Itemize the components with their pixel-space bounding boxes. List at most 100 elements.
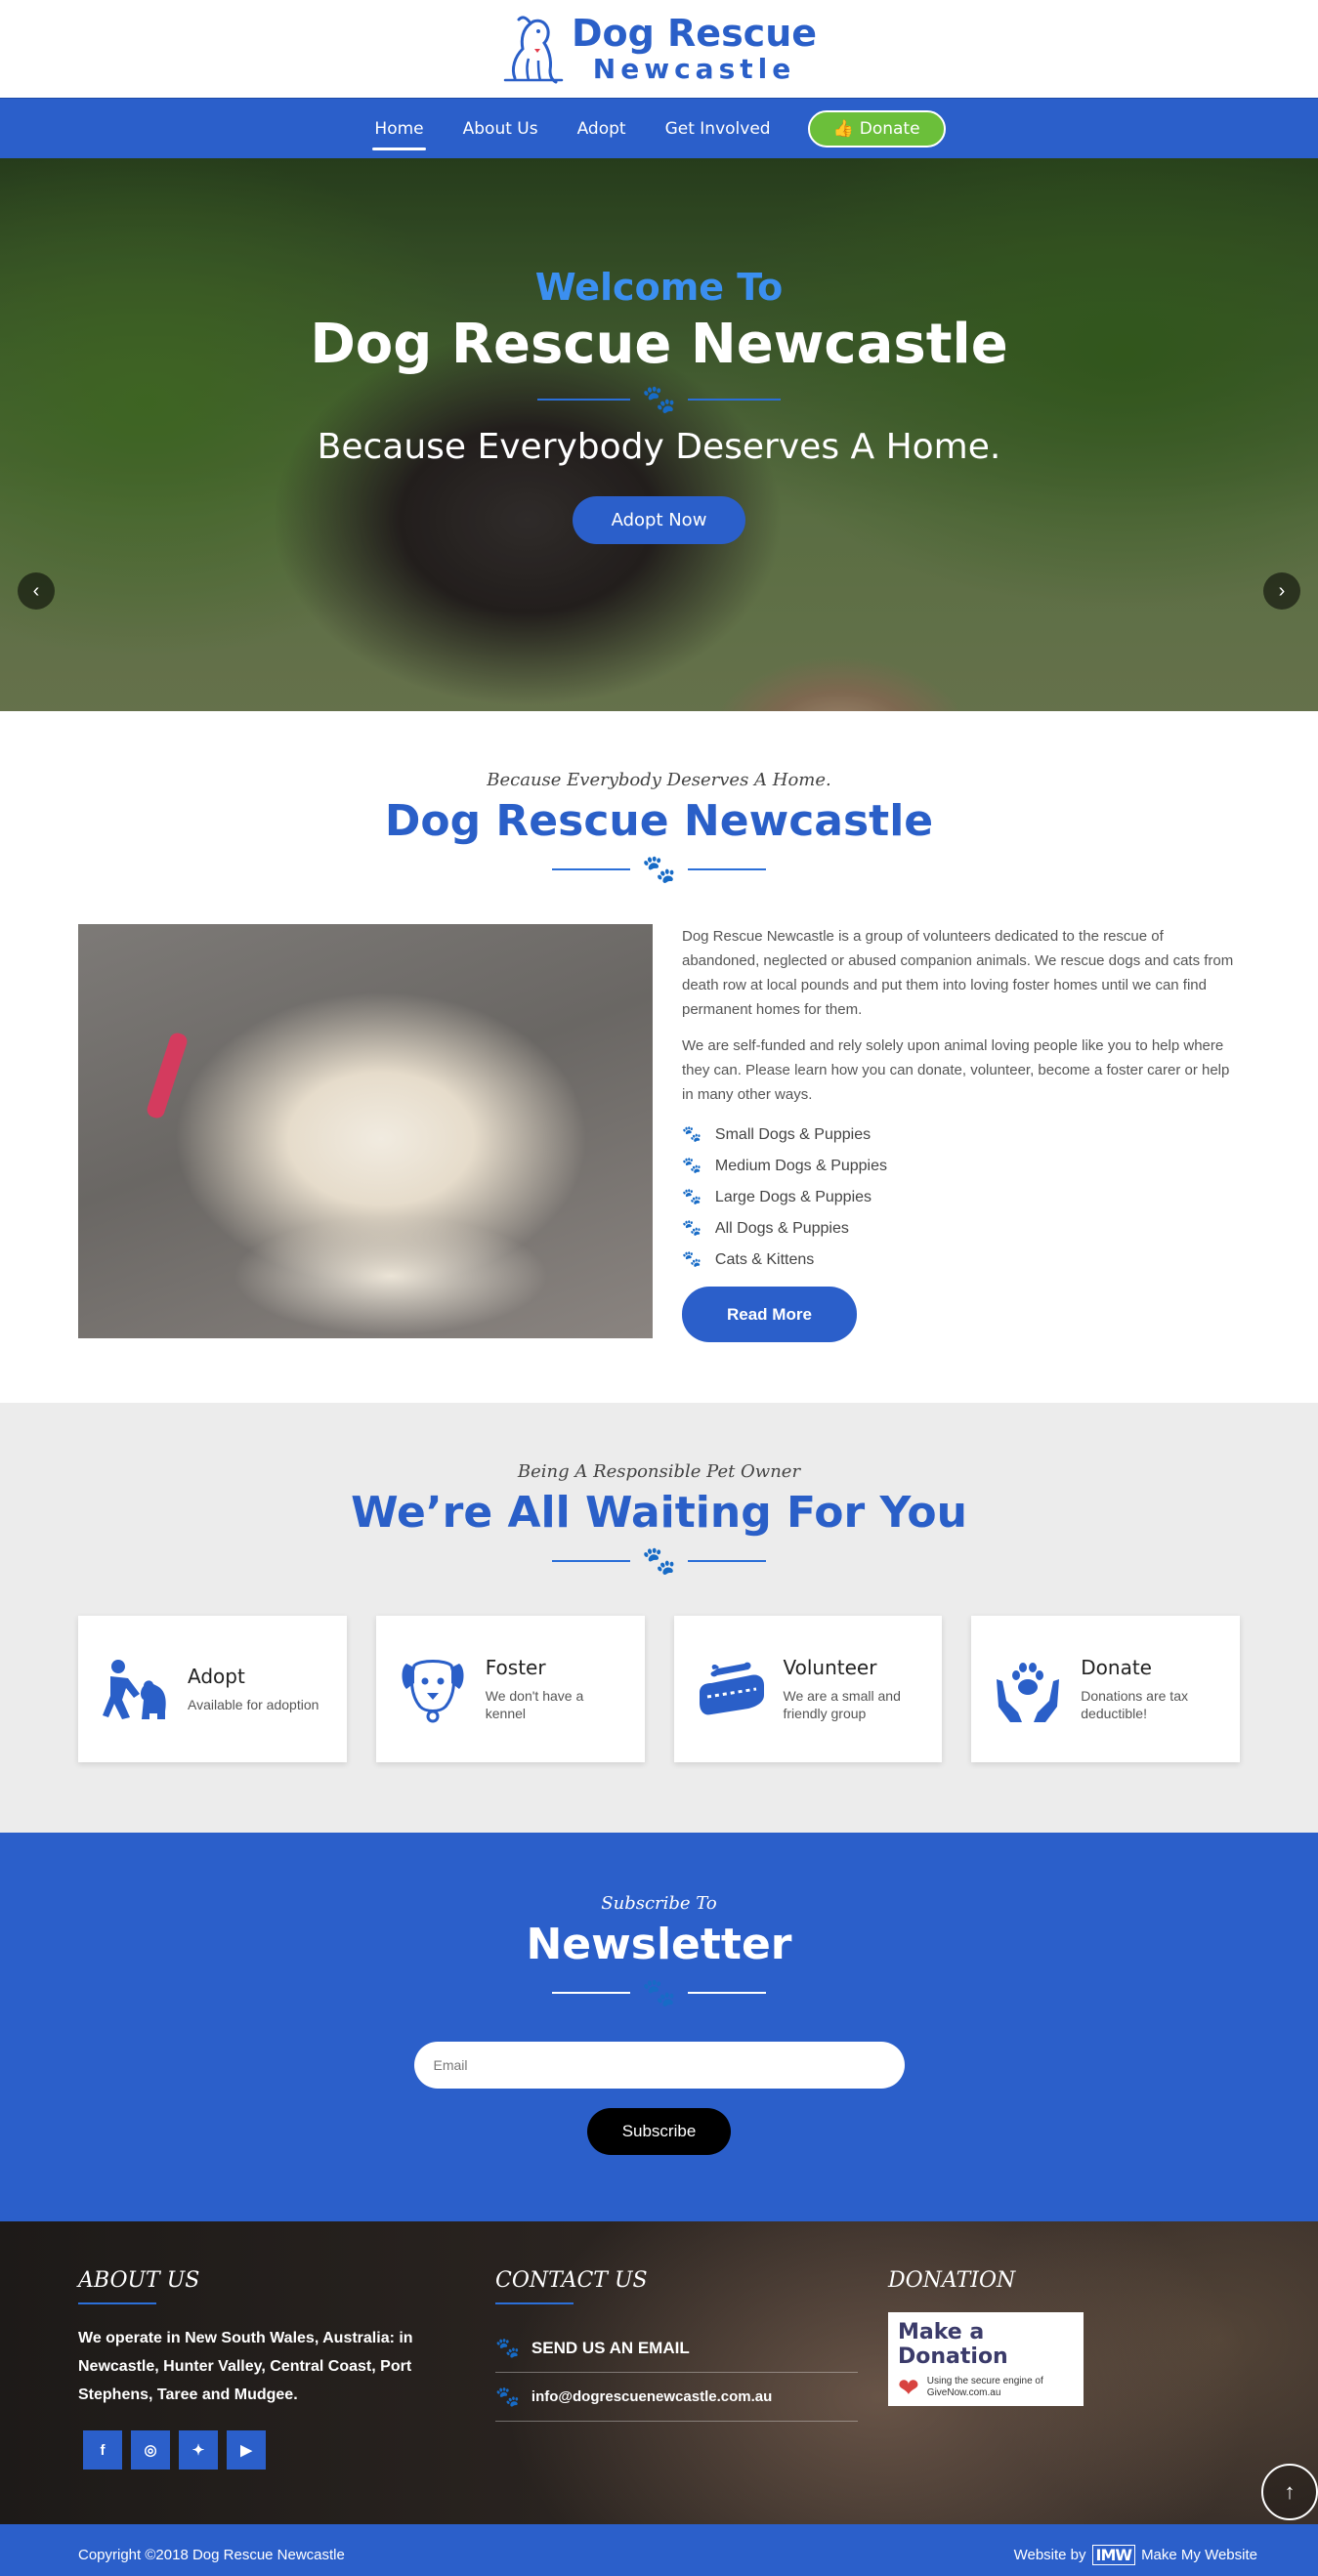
- site-footer: ABOUT US We operate in New South Wales, …: [0, 2221, 1318, 2524]
- nav-about-us[interactable]: About Us: [461, 113, 540, 145]
- footer-donation: DONATION Make a Donation ❤ Using the sec…: [888, 2268, 1084, 2524]
- twitter-icon[interactable]: ✦: [179, 2430, 218, 2470]
- logo-bar: Dog Rescue Newcastle: [0, 0, 1318, 98]
- paw-icon: 🐾: [642, 384, 676, 414]
- paw-icon: 🐾: [642, 1977, 676, 2007]
- paw-icon: 🐾: [682, 1250, 702, 1268]
- slider-next-arrow-icon[interactable]: ›: [1263, 572, 1300, 610]
- divider-line: [687, 1992, 766, 1994]
- nav-donate-button[interactable]: 👍 Donate: [807, 109, 946, 148]
- about-paragraph-2: We are self-funded and rely solely upon …: [682, 1037, 1230, 1103]
- about-row: Dog Rescue Newcastle is a group of volun…: [0, 924, 1318, 1342]
- card-adopt[interactable]: Adopt Available for adoption: [78, 1616, 347, 1762]
- send-email-row[interactable]: 🐾 SEND US AN EMAIL: [495, 2324, 858, 2373]
- paw-icon: 🐾: [495, 2386, 520, 2408]
- heading-underline: [495, 2302, 574, 2304]
- logo-line1: Dog Rescue: [571, 12, 818, 55]
- about-title: Dog Rescue Newcastle: [384, 796, 934, 846]
- givenow-heart-icon: ❤: [898, 2373, 919, 2402]
- email-input[interactable]: Email: [413, 2042, 905, 2089]
- list-item: 🐾 Cats & Kittens: [682, 1244, 1240, 1275]
- card-body: Volunteer We are a small and friendly gr…: [784, 1656, 921, 1722]
- subscribe-button[interactable]: Subscribe: [586, 2108, 732, 2155]
- adopt-now-button[interactable]: Adopt Now: [572, 496, 746, 544]
- heading-underline: [78, 2302, 156, 2304]
- card-desc: We don't have a kennel: [485, 1688, 584, 1721]
- scroll-to-top-icon[interactable]: ↑: [1261, 2464, 1318, 2520]
- newsletter-kicker: Subscribe To: [601, 1893, 717, 1914]
- send-email-label: SEND US AN EMAIL: [531, 2338, 690, 2357]
- site-logo[interactable]: Dog Rescue Newcastle: [501, 10, 817, 88]
- card-volunteer[interactable]: Volunteer We are a small and friendly gr…: [673, 1616, 943, 1762]
- logo-line2: Newcastle: [592, 53, 796, 85]
- credit-name: Make My Website: [1141, 2547, 1257, 2563]
- paw-icon: 🐾: [682, 1219, 702, 1237]
- card-body: Adopt Available for adoption: [188, 1665, 319, 1713]
- card-desc: We are a small and friendly group: [783, 1688, 901, 1721]
- list-item-label: Medium Dogs & Puppies: [714, 1157, 888, 1174]
- copyright-text: Copyright ©2018 Dog Rescue Newcastle: [78, 2547, 345, 2563]
- list-item-label: Cats & Kittens: [714, 1250, 815, 1268]
- donation-badge-text: Using the secure engine of GiveNow.com.a…: [926, 2376, 1043, 2398]
- paw-icon: 🐾: [682, 1157, 702, 1174]
- paw-icon: 🐾: [642, 1545, 676, 1576]
- social-links: f ◎ ✦ ▶: [78, 2430, 495, 2470]
- newsletter-title: Newsletter: [526, 1920, 792, 1969]
- divider-line: [687, 1560, 766, 1562]
- nav-get-involved[interactable]: Get Involved: [663, 113, 773, 145]
- read-more-button[interactable]: Read More: [682, 1287, 857, 1342]
- divider-line: [687, 399, 781, 401]
- paw-icon: 🐾: [642, 854, 676, 884]
- hero-pre-title: Welcome To: [534, 266, 784, 309]
- card-desc: Available for adoption: [188, 1697, 319, 1712]
- footer-about-heading: ABOUT US: [78, 2268, 200, 2293]
- list-item: 🐾 All Dogs & Puppies: [682, 1212, 1240, 1244]
- nav-adopt[interactable]: Adopt: [575, 113, 628, 145]
- make-a-donation-badge[interactable]: Make a Donation ❤ Using the secure engin…: [888, 2312, 1084, 2406]
- logo-text: Dog Rescue Newcastle: [572, 15, 817, 83]
- hands-paw-icon: [993, 1654, 1063, 1724]
- main-nav: Home About Us Adopt Get Involved 👍 Donat…: [0, 98, 1318, 158]
- footer-contact: CONTACT US 🐾 SEND US AN EMAIL 🐾 info@dog…: [495, 2268, 888, 2524]
- hero-content: Welcome To Dog Rescue Newcastle 🐾 Becaus…: [0, 266, 1318, 544]
- nav-home[interactable]: Home: [372, 113, 426, 150]
- waiting-divider: 🐾: [0, 1547, 1318, 1575]
- card-donate[interactable]: Donate Donations are tax deductible!: [971, 1616, 1240, 1762]
- person-dog-icon: [100, 1654, 170, 1724]
- card-foster[interactable]: Foster We don't have a kennel: [375, 1616, 645, 1762]
- footer-contact-heading: CONTACT US: [495, 2268, 648, 2293]
- list-item: 🐾 Small Dogs & Puppies: [682, 1119, 1240, 1150]
- nav-donate-label: Donate: [859, 118, 920, 139]
- slider-prev-arrow-icon[interactable]: ‹: [18, 572, 55, 610]
- about-paragraph-1: Dog Rescue Newcastle is a group of volun…: [682, 928, 1234, 1018]
- about-text: Dog Rescue Newcastle is a group of volun…: [682, 924, 1240, 1342]
- footer-donation-heading: DONATION: [888, 2268, 1016, 2293]
- email-address-link: info@dogrescuenewcastle.com.au: [531, 2388, 773, 2405]
- website-credit[interactable]: Website by IMW Make My Website: [1014, 2545, 1257, 2565]
- facebook-icon[interactable]: f: [83, 2430, 122, 2470]
- divider-line: [552, 1992, 631, 1994]
- dog-face-icon: [398, 1654, 468, 1724]
- footer-about: ABOUT US We operate in New South Wales, …: [78, 2268, 495, 2524]
- instagram-icon[interactable]: ◎: [131, 2430, 170, 2470]
- divider-line: [687, 868, 766, 870]
- dog-logo-icon: [503, 16, 564, 84]
- involvement-cards: Adopt Available for adoption Foster We d…: [0, 1616, 1318, 1762]
- services-list: 🐾 Small Dogs & Puppies 🐾 Medium Dogs & Pup…: [682, 1119, 1240, 1275]
- newsletter-section: Subscribe To Newsletter 🐾 Email Subscrib…: [0, 1833, 1318, 2221]
- waiting-title: We’re All Waiting For You: [351, 1488, 967, 1538]
- mmw-logo: IMW: [1091, 2545, 1136, 2565]
- list-item-label: Small Dogs & Puppies: [714, 1125, 872, 1143]
- paw-icon: 🐾: [495, 2338, 520, 2359]
- newsletter-divider: 🐾: [0, 1979, 1318, 2006]
- credit-prefix: Website by: [1013, 2547, 1086, 2563]
- hero-title: Dog Rescue Newcastle: [310, 313, 1008, 376]
- paw-icon: 🐾: [682, 1188, 702, 1205]
- youtube-icon[interactable]: ▶: [227, 2430, 266, 2470]
- card-body: Donate Donations are tax deductible!: [1081, 1656, 1218, 1722]
- card-desc: Donations are tax deductible!: [1081, 1688, 1188, 1721]
- divider-line: [537, 399, 631, 401]
- dog-collar: [145, 1031, 190, 1120]
- donation-badge-sub: ❤ Using the secure engine of GiveNow.com…: [898, 2375, 1074, 2400]
- email-address-row[interactable]: 🐾 info@dogrescuenewcastle.com.au: [495, 2373, 858, 2422]
